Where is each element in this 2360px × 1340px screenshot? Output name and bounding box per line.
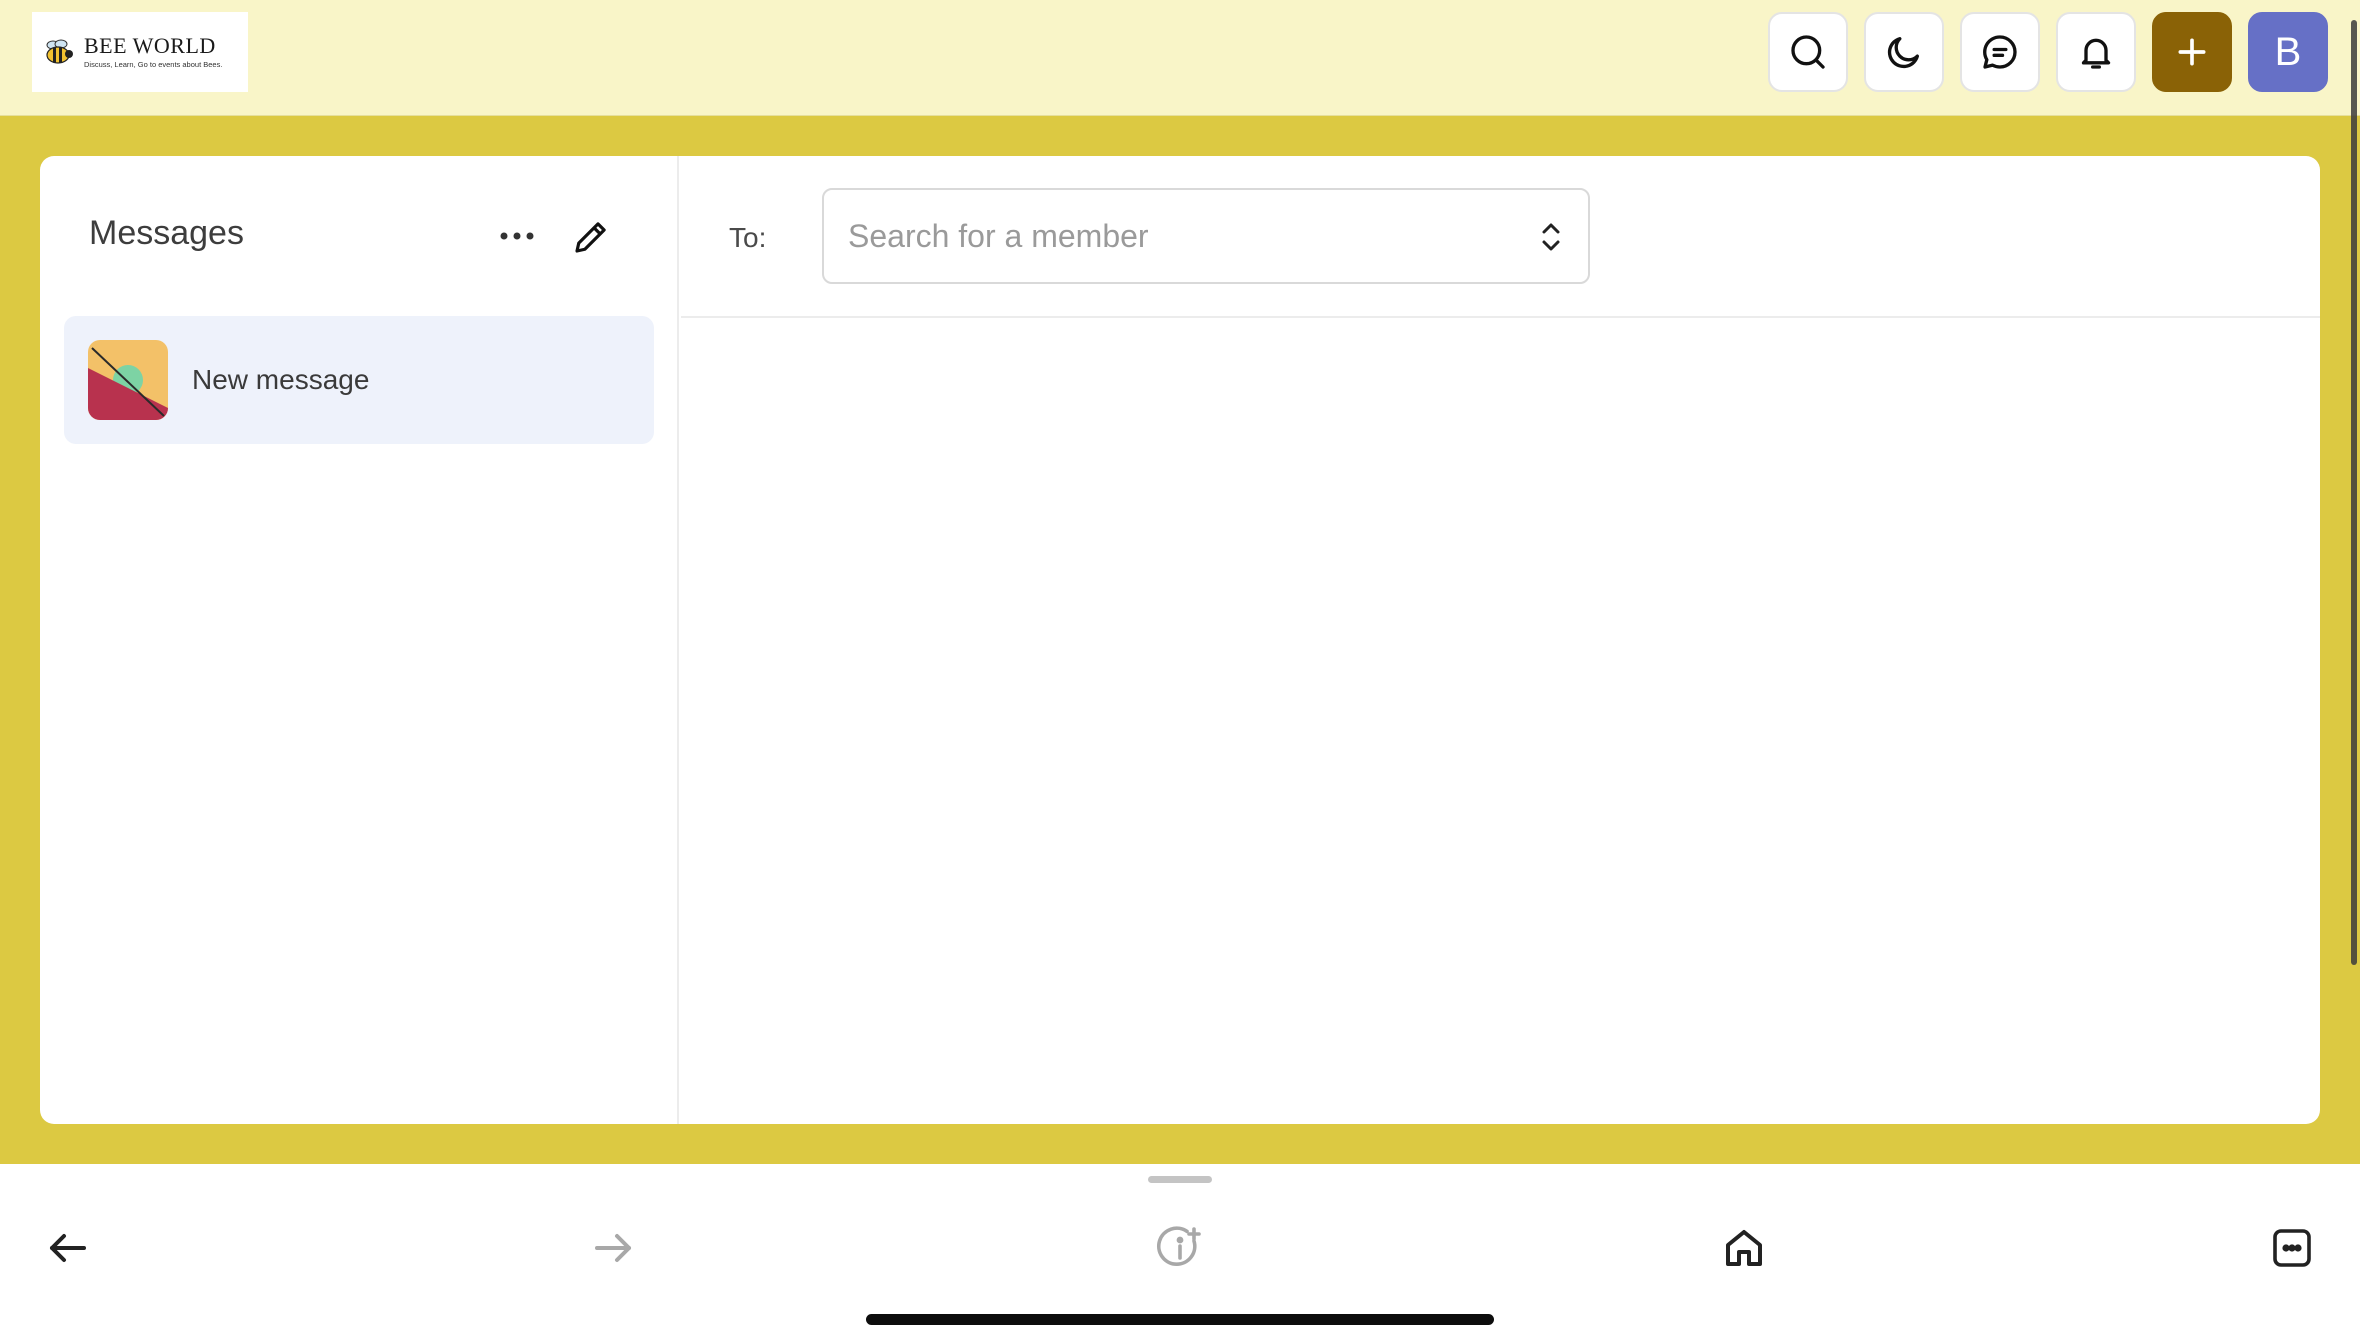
chat-button[interactable] <box>1960 12 2040 92</box>
notifications-button[interactable] <box>2056 12 2136 92</box>
back-button[interactable] <box>38 1218 98 1278</box>
pencil-icon <box>575 222 606 253</box>
bee-icon <box>46 39 73 64</box>
home-indicator <box>866 1314 1494 1325</box>
plus-icon <box>2178 38 2206 66</box>
browser-toolbar <box>0 1164 2360 1340</box>
conversation-label: New message <box>192 364 370 395</box>
search-icon <box>1791 35 1825 69</box>
logo-title: BEE WORLD <box>84 33 216 58</box>
ellipsis-icon <box>500 232 534 240</box>
chevron-up-down-icon <box>1542 223 1560 251</box>
back-arrow-icon <box>50 1234 86 1262</box>
messages-title: Messages <box>89 214 244 252</box>
forward-arrow-icon <box>595 1234 631 1262</box>
messages-panel: Messages New message To: <box>40 156 2320 1124</box>
member-search-select[interactable] <box>822 188 1590 284</box>
home-icon <box>1726 1230 1762 1266</box>
tabs-icon <box>2273 1229 2311 1267</box>
bell-icon <box>2081 38 2111 69</box>
compose-header: To: <box>681 156 2320 318</box>
search-button[interactable] <box>1768 12 1848 92</box>
more-options-button[interactable] <box>492 218 542 254</box>
compose-message-button[interactable] <box>566 212 616 262</box>
chat-icon <box>1983 35 2017 69</box>
page-info-button[interactable] <box>1150 1218 1210 1278</box>
conversations-sidebar: Messages New message <box>40 156 679 1124</box>
conversation-item-new-message[interactable]: New message <box>64 316 654 444</box>
bee-world-logo[interactable]: BEE WORLD Discuss, Learn, Go to events a… <box>32 12 248 92</box>
profile-avatar-button[interactable]: B <box>2248 12 2328 92</box>
home-button[interactable] <box>1714 1218 1774 1278</box>
sheet-grabber[interactable] <box>1148 1176 1212 1183</box>
moon-icon <box>1887 37 1919 69</box>
forward-button[interactable] <box>583 1218 643 1278</box>
info-sparkle-icon <box>1156 1226 1201 1266</box>
conversation-avatar <box>88 340 168 420</box>
create-button[interactable] <box>2152 12 2232 92</box>
avatar-initial: B <box>2274 29 2302 74</box>
tabs-button[interactable] <box>2262 1218 2322 1278</box>
member-search-input[interactable] <box>848 190 1508 282</box>
dark-mode-button[interactable] <box>1864 12 1944 92</box>
to-label: To: <box>729 222 767 253</box>
top-header: BEE WORLD Discuss, Learn, Go to events a… <box>0 0 2360 116</box>
logo-subtitle: Discuss, Learn, Go to events about Bees. <box>84 60 223 69</box>
page-scrollbar[interactable] <box>2351 20 2357 965</box>
